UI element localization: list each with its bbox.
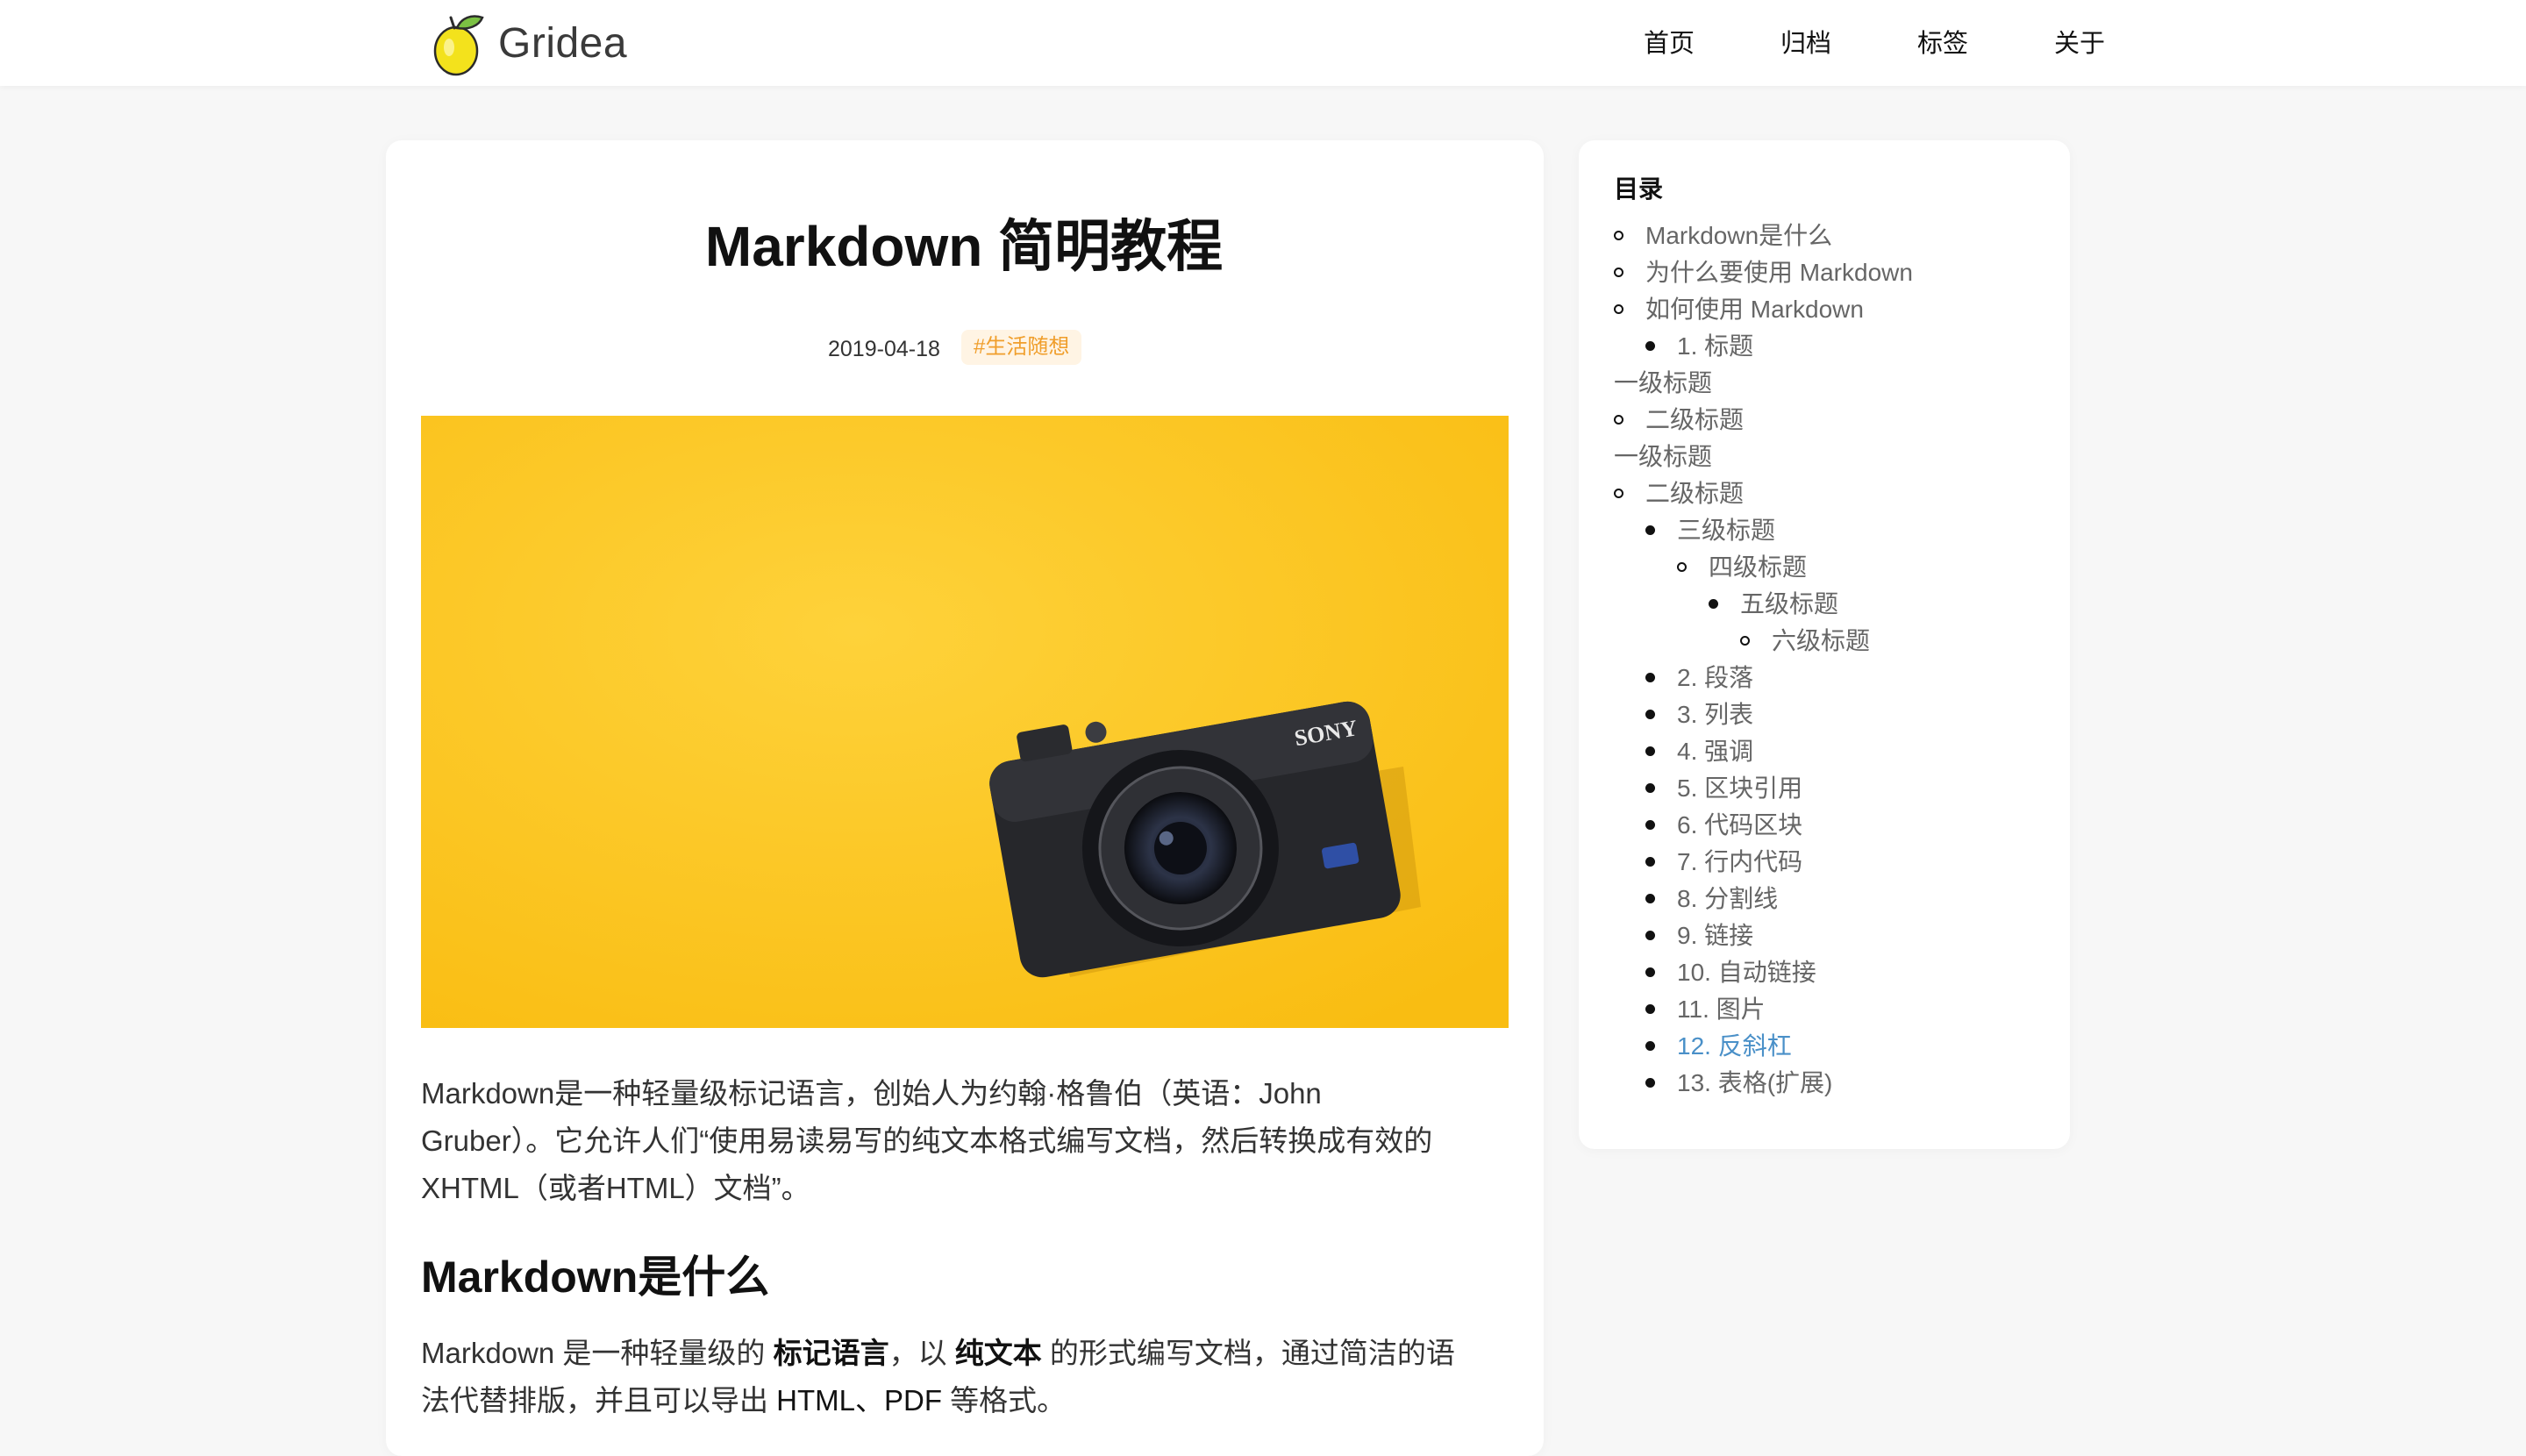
bullet-disc-icon (1645, 783, 1655, 793)
bullet-circle-icon (1677, 562, 1687, 572)
bullet-circle-icon (1614, 415, 1623, 425)
bullet-disc-icon (1709, 599, 1718, 609)
bullet-circle-icon (1740, 636, 1750, 646)
bullet-disc-icon (1645, 894, 1655, 903)
toc-item-label: 四级标题 (1709, 553, 1808, 581)
intro-line-1: Markdown是一种轻量级标记语言，创始人为约翰·格鲁伯（英语：John (421, 1077, 1322, 1110)
section-text: 法代替排版，并且可以导出 (421, 1384, 777, 1417)
toc-title: 目录 (1614, 175, 1664, 203)
bullet-disc-icon (1645, 746, 1655, 756)
section-heading: Markdown是什么 (421, 1253, 770, 1302)
toc-item-label: 五级标题 (1740, 590, 1839, 617)
section-text: 等格式。 (942, 1384, 1067, 1417)
toc-item-label: Markdown是什么 (1645, 222, 1833, 249)
section-text: 的形式编写文档，通过简洁的语 (1041, 1337, 1455, 1369)
toc-item-label: 3. 列表 (1677, 701, 1754, 728)
intro-line-3: XHTML（或者HTML）文档”。 (421, 1172, 810, 1204)
toc-item-label: 11. 图片 (1677, 996, 1766, 1023)
toc-item-label: 三级标题 (1677, 517, 1776, 544)
bullet-disc-icon (1645, 820, 1655, 830)
bold-text: 纯文本 (954, 1337, 1042, 1369)
toc-item-label: 5. 区块引用 (1677, 774, 1803, 802)
bullet-disc-icon (1645, 1078, 1655, 1088)
toc-item-label: 一级标题 (1614, 443, 1713, 470)
toc-item-label: 如何使用 Markdown (1645, 296, 1864, 323)
toc-item-label: 六级标题 (1772, 627, 1871, 654)
site-name[interactable]: Gridea (498, 18, 627, 70)
toc-item-label: 6. 代码区块 (1677, 811, 1803, 839)
bullet-disc-icon (1645, 1041, 1655, 1051)
toc-item-label: 为什么要使用 Markdown (1645, 259, 1913, 286)
site-header: Gridea 首页 归档 标签 关于 (0, 0, 2526, 86)
toc-item-label: 13. 表格(扩展) (1677, 1069, 1833, 1096)
nav-tags[interactable]: 标签 (1917, 25, 1968, 63)
nav-archive[interactable]: 归档 (1780, 25, 1831, 63)
bullet-disc-icon (1645, 1004, 1655, 1014)
bullet-disc-icon (1645, 673, 1655, 682)
camera-photo-illustration: SONY (421, 416, 1509, 1028)
toc-item-label: 10. 自动链接 (1677, 959, 1816, 986)
bullet-disc-icon (1645, 341, 1655, 351)
toc-item-label: 二级标题 (1645, 480, 1745, 507)
bold-text: 标记语言 (773, 1337, 889, 1369)
lemon-logo-icon[interactable] (428, 9, 495, 77)
toc-item-label: 2. 段落 (1677, 664, 1754, 691)
toc-item-label: 一级标题 (1614, 369, 1713, 396)
bullet-disc-icon (1645, 931, 1655, 940)
nav-about[interactable]: 关于 (2054, 25, 2105, 63)
toc-item-label: 8. 分割线 (1677, 885, 1779, 912)
section-text: Markdown 是一种轻量级的 (421, 1337, 774, 1369)
nav-home[interactable]: 首页 (1644, 25, 1695, 63)
feature-image: SONY (421, 416, 1509, 1028)
toc-item-label: 二级标题 (1645, 406, 1745, 433)
bullet-disc-icon (1645, 967, 1655, 977)
toc-item-label: 9. 链接 (1677, 922, 1754, 949)
bullet-circle-icon (1614, 231, 1623, 240)
format-names: HTML、PDF (776, 1384, 943, 1417)
post-date: 2019-04-18 (828, 337, 940, 361)
toc-item-label: 12. 反斜杠 (1677, 1032, 1792, 1060)
bullet-disc-icon (1645, 857, 1655, 867)
bullet-disc-icon (1645, 710, 1655, 719)
intro-line-2: Gruber）。它允许人们“使用易读易写的纯文本格式编写文档，然后转换成有效的 (421, 1124, 1433, 1157)
section-text: ，以 (888, 1337, 955, 1369)
toc-item-label: 7. 行内代码 (1677, 848, 1803, 875)
post-tag[interactable]: #生活随想 (961, 330, 1082, 365)
bullet-circle-icon (1614, 268, 1623, 277)
toc-item-label: 4. 强调 (1677, 738, 1754, 765)
bullet-disc-icon (1645, 525, 1655, 535)
bullet-circle-icon (1614, 304, 1623, 314)
intro-paragraph: Markdown是一种轻量级标记语言，创始人为约翰·格鲁伯（英语：John Gr… (421, 1070, 1509, 1212)
section-paragraph: Markdown 是一种轻量级的 标记语言，以 纯文本 的形式编写文档，通过简洁… (421, 1330, 1509, 1424)
toc-item-label: 1. 标题 (1677, 332, 1754, 360)
bullet-circle-icon (1614, 489, 1623, 498)
